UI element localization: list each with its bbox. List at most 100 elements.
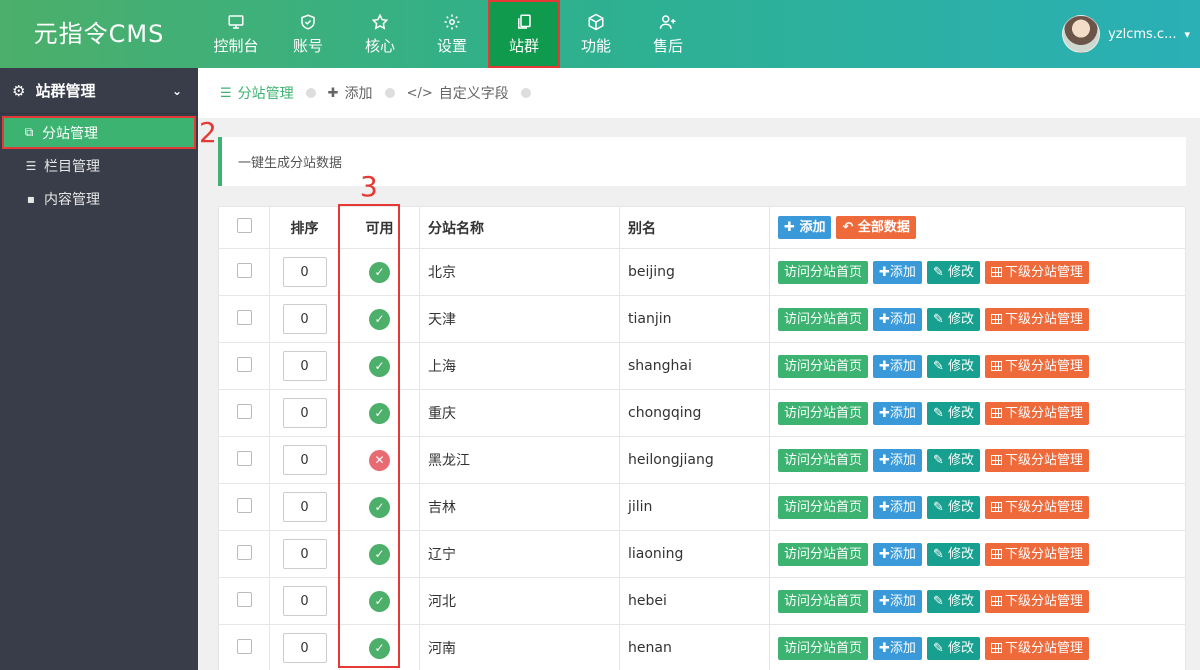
sub-site-manage-button[interactable]: 下级分站管理: [985, 495, 1090, 519]
visit-home-button[interactable]: 访问分站首页: [778, 307, 869, 331]
edit-label: 修改: [947, 640, 974, 656]
avatar[interactable]: [1062, 15, 1101, 53]
sort-order-input[interactable]: [282, 492, 327, 522]
nav-item-after-sales[interactable]: 售后: [632, 0, 704, 68]
tab-custom-fields[interactable]: </> 自定义字段: [407, 83, 509, 103]
sort-order-input[interactable]: [282, 586, 327, 616]
sort-order-input[interactable]: [282, 304, 327, 334]
row-checkbox[interactable]: [236, 638, 252, 654]
nav-item-site-group[interactable]: 站群: [488, 0, 560, 68]
check-circle-icon[interactable]: ✓: [369, 543, 390, 565]
row-checkbox[interactable]: [236, 403, 252, 419]
copy-icon: [518, 14, 531, 29]
sidebar-item-category[interactable]: ☰ 栏目管理: [0, 149, 198, 182]
add-button[interactable]: ✚添加: [873, 542, 922, 566]
check-circle-icon[interactable]: ✓: [369, 308, 390, 330]
check-circle-icon[interactable]: ✓: [369, 261, 390, 283]
all-data-button[interactable]: ↶ 全部数据: [836, 216, 916, 239]
edit-button[interactable]: ✎ 修改: [926, 354, 980, 378]
sidebar-header[interactable]: ⚙ 站群管理 ⌄: [0, 68, 198, 114]
select-all-checkbox[interactable]: [236, 218, 252, 233]
check-circle-icon[interactable]: ✓: [369, 637, 390, 659]
add-button[interactable]: ✚添加: [873, 401, 922, 425]
visit-home-button[interactable]: 访问分站首页: [778, 448, 869, 472]
add-button[interactable]: ✚添加: [873, 354, 922, 378]
sub-site-manage-button[interactable]: 下级分站管理: [985, 401, 1090, 425]
edit-button[interactable]: ✎ 修改: [926, 401, 980, 425]
add-button[interactable]: ✚添加: [873, 260, 922, 284]
edit-button[interactable]: ✎ 修改: [926, 542, 980, 566]
table-row: ✓ 河南 henan 访问分站首页✚添加✎ 修改下级分站管理: [218, 624, 1186, 670]
sort-order-input[interactable]: [282, 398, 327, 428]
visit-home-button[interactable]: 访问分站首页: [778, 636, 869, 660]
sidebar-item-substation[interactable]: ⧉ 分站管理: [2, 116, 196, 149]
sort-order-input[interactable]: [282, 633, 327, 663]
sub-label: 下级分站管理: [1005, 546, 1084, 562]
site-name: 黑龙江: [419, 436, 620, 484]
sort-order-input[interactable]: [282, 539, 327, 569]
nav-item-features[interactable]: 功能: [560, 0, 632, 68]
site-alias: chongqing: [619, 389, 770, 437]
tab-substation-list[interactable]: ☰ 分站管理: [220, 83, 294, 103]
sort-cell: [269, 577, 340, 625]
visit-home-button[interactable]: 访问分站首页: [778, 542, 869, 566]
sub-site-manage-button[interactable]: 下级分站管理: [985, 260, 1090, 284]
check-circle-icon[interactable]: ✓: [369, 496, 390, 518]
visit-home-button[interactable]: 访问分站首页: [778, 401, 869, 425]
visit-home-button[interactable]: 访问分站首页: [778, 354, 869, 378]
edit-button[interactable]: ✎ 修改: [926, 495, 980, 519]
edit-button[interactable]: ✎ 修改: [926, 589, 980, 613]
sub-label: 下级分站管理: [1005, 499, 1084, 515]
sort-order-input[interactable]: [282, 445, 327, 475]
row-checkbox[interactable]: [236, 544, 252, 560]
add-button[interactable]: ✚添加: [873, 589, 922, 613]
header-name: 分站名称: [419, 206, 620, 249]
visit-home-button[interactable]: 访问分站首页: [778, 495, 869, 519]
check-circle-icon[interactable]: ✓: [369, 355, 390, 377]
enabled-cell: ✓: [339, 530, 420, 578]
row-checkbox[interactable]: [236, 497, 252, 513]
sub-site-manage-button[interactable]: 下级分站管理: [985, 542, 1090, 566]
tab-add[interactable]: ✚ 添加: [328, 83, 373, 103]
nav-item-settings[interactable]: 设置: [416, 0, 488, 68]
edit-button[interactable]: ✎ 修改: [926, 307, 980, 331]
check-circle-icon[interactable]: ✓: [369, 590, 390, 612]
sidebar-item-label: 分站管理: [42, 125, 98, 142]
app-logo[interactable]: 元指令CMS: [0, 0, 198, 68]
x-circle-icon[interactable]: ✕: [369, 449, 390, 471]
add-button[interactable]: ✚添加: [873, 448, 922, 472]
nav-item-core[interactable]: 核心: [344, 0, 416, 68]
check-circle-icon[interactable]: ✓: [369, 402, 390, 424]
edit-button[interactable]: ✎ 修改: [926, 636, 980, 660]
sort-order-input[interactable]: [282, 257, 327, 287]
row-checkbox[interactable]: [236, 356, 252, 372]
sub-site-manage-button[interactable]: 下级分站管理: [985, 636, 1090, 660]
visit-home-button[interactable]: 访问分站首页: [778, 589, 869, 613]
user-menu[interactable]: yzlcms.c... ▾: [1062, 0, 1190, 68]
add-button[interactable]: ✚添加: [873, 495, 922, 519]
nav-item-dashboard[interactable]: 控制台: [200, 0, 272, 68]
add-button[interactable]: ✚添加: [873, 307, 922, 331]
row-checkbox[interactable]: [236, 309, 252, 325]
sub-label: 下级分站管理: [1005, 358, 1084, 374]
divider-dot: [520, 88, 531, 98]
site-name: 上海: [419, 342, 620, 390]
sort-order-input[interactable]: [282, 351, 327, 381]
sub-site-manage-button[interactable]: 下级分站管理: [985, 354, 1090, 378]
edit-button[interactable]: ✎ 修改: [926, 448, 980, 472]
edit-button[interactable]: ✎ 修改: [926, 260, 980, 284]
add-button[interactable]: ✚添加: [873, 636, 922, 660]
row-checkbox[interactable]: [236, 591, 252, 607]
sub-site-manage-button[interactable]: 下级分站管理: [985, 307, 1090, 331]
sub-site-manage-button[interactable]: 下级分站管理: [985, 448, 1090, 472]
row-checkbox[interactable]: [236, 262, 252, 278]
enabled-cell: ✓: [339, 342, 420, 390]
nav-item-account[interactable]: 账号: [272, 0, 344, 68]
row-checkbox[interactable]: [236, 450, 252, 466]
visit-home-button[interactable]: 访问分站首页: [778, 260, 869, 284]
add-button[interactable]: ✚ 添加: [778, 216, 832, 239]
sidebar-item-content[interactable]: ▪ 内容管理: [0, 182, 198, 215]
sub-site-manage-button[interactable]: 下级分站管理: [985, 589, 1090, 613]
select-cell: [218, 577, 270, 625]
add-label: 添加: [889, 499, 916, 515]
